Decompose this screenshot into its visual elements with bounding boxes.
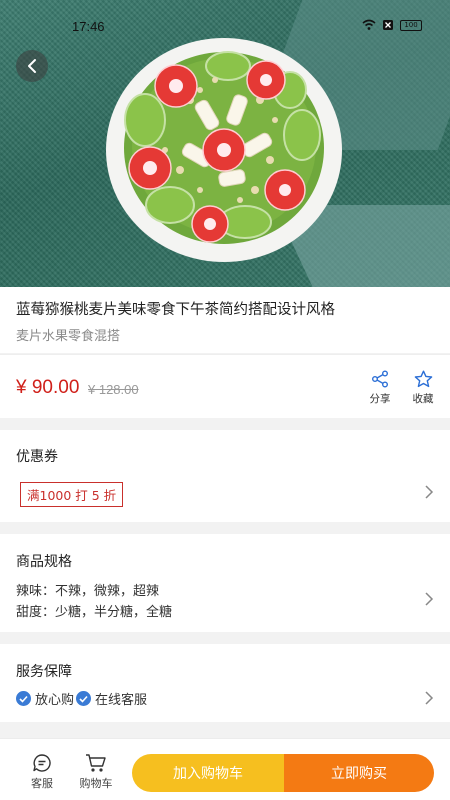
share-label: 分享	[369, 393, 391, 405]
customer-service-label: 客服	[31, 777, 53, 790]
battery-icon: 100	[400, 19, 422, 31]
customer-service-button[interactable]: 客服	[20, 753, 64, 791]
product-subtitle: 麦片水果零食混搭	[16, 329, 121, 344]
coupon-section[interactable]: 优惠券 满1000 打 5 折	[0, 430, 450, 522]
service-item-label: 放心购	[35, 693, 75, 708]
spec-section[interactable]: 商品规格 辣味：不辣，微辣，超辣 甜度：少糖，半分糖，全糖	[0, 534, 450, 632]
check-icon	[76, 691, 91, 706]
share-button[interactable]: 分享	[360, 370, 400, 406]
spec-title: 商品规格	[16, 554, 72, 570]
service-item-online: 在线客服	[76, 689, 147, 708]
cart-icon	[86, 754, 106, 772]
price-section: ¥ 90.00 ¥ 128.00 分享 收藏	[0, 354, 450, 418]
bottom-action-bar: 客服 购物车 加入购物车 立即购买	[0, 738, 450, 800]
coupon-title: 优惠券	[16, 449, 58, 465]
coupon-tag[interactable]: 满1000 打 5 折	[20, 482, 124, 507]
check-icon	[16, 691, 31, 706]
status-time: 17:46	[72, 19, 105, 34]
chevron-right-icon[interactable]	[424, 591, 434, 607]
title-section: 蓝莓猕猴桃麦片美味零食下午茶简约搭配设计风格 麦片水果零食混搭	[0, 287, 450, 353]
star-icon	[414, 370, 432, 388]
buy-now-button[interactable]: 立即购买	[284, 754, 434, 792]
back-icon	[28, 59, 36, 73]
favorite-button[interactable]: 收藏	[403, 370, 443, 406]
original-price: ¥ 128.00	[88, 382, 139, 397]
service-title: 服务保障	[16, 664, 72, 680]
service-section[interactable]: 服务保障 放心购 在线客服	[0, 644, 450, 722]
spec-line-spicy: 辣味：不辣，微辣，超辣	[16, 584, 160, 599]
spec-line-sweetness: 甜度：少糖，半分糖，全糖	[16, 605, 173, 620]
product-image	[0, 0, 450, 287]
service-item-safe: 放心购	[16, 689, 74, 708]
chevron-right-icon[interactable]	[424, 484, 434, 500]
smoothie-bowl-illustration	[106, 38, 342, 262]
favorite-label: 收藏	[412, 393, 434, 405]
current-price: ¥ 90.00	[16, 377, 80, 398]
back-button[interactable]	[16, 50, 48, 82]
service-item-label: 在线客服	[95, 693, 148, 708]
share-icon	[372, 370, 388, 388]
cart-label: 购物车	[79, 777, 113, 790]
chevron-right-icon[interactable]	[424, 690, 434, 706]
status-bar: 17:46 100	[0, 16, 450, 42]
cart-button[interactable]: 购物车	[74, 753, 118, 791]
chat-icon	[33, 754, 51, 772]
wifi-icon	[362, 19, 376, 30]
sim-icon	[383, 20, 393, 30]
product-title: 蓝莓猕猴桃麦片美味零食下午茶简约搭配设计风格	[16, 302, 335, 318]
add-to-cart-button[interactable]: 加入购物车	[132, 754, 284, 792]
